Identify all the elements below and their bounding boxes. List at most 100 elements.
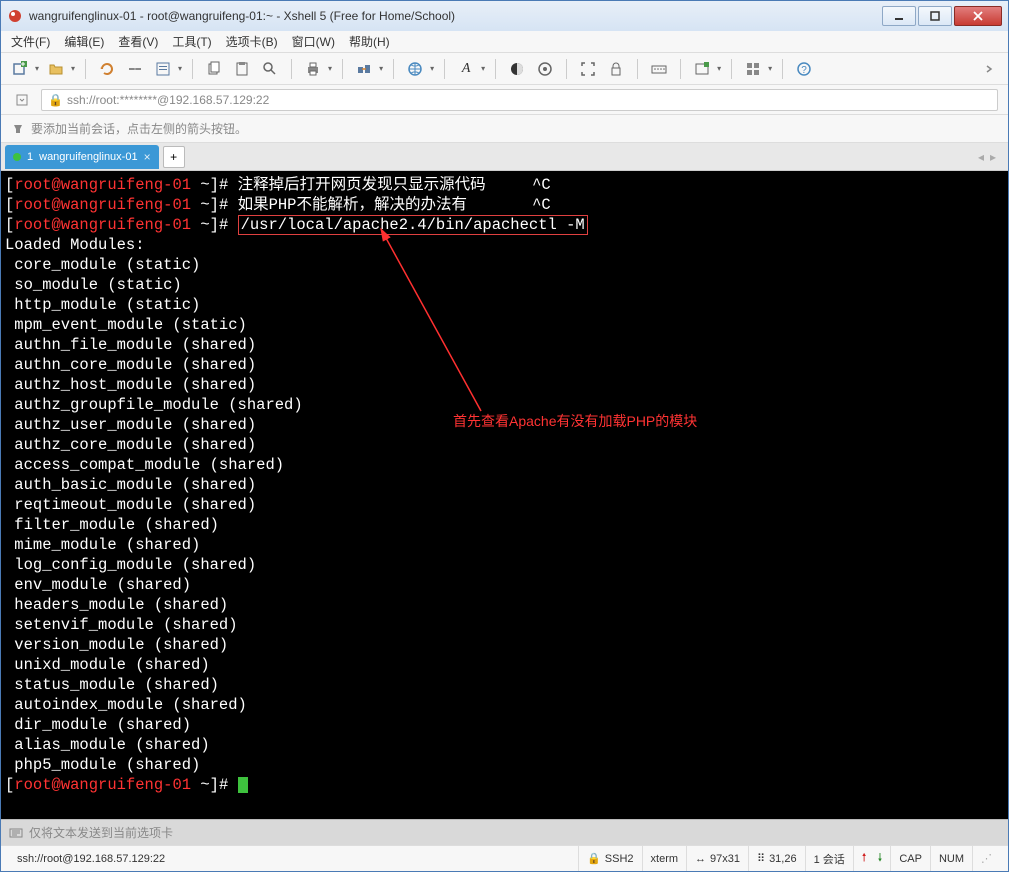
menu-tabs[interactable]: 选项卡(B)	[226, 33, 278, 50]
terminal-output: dir_module (shared)	[5, 715, 1004, 735]
status-caps: CAP	[890, 846, 930, 871]
dropdown-icon[interactable]: ▾	[430, 64, 434, 73]
close-button[interactable]	[954, 6, 1002, 26]
dropdown-icon[interactable]: ▾	[768, 64, 772, 73]
terminal-output: filter_module (shared)	[5, 515, 1004, 535]
fullscreen-icon[interactable]	[577, 58, 599, 80]
terminal-output: Loaded Modules:	[5, 235, 1004, 255]
menubar: 文件(F) 编辑(E) 查看(V) 工具(T) 选项卡(B) 窗口(W) 帮助(…	[1, 31, 1008, 53]
properties-icon[interactable]	[152, 58, 174, 80]
highlighted-command: /usr/local/apache2.4/bin/apachectl -M	[238, 215, 588, 235]
dropdown-icon[interactable]	[11, 89, 33, 111]
terminal-output: authz_host_module (shared)	[5, 375, 1004, 395]
terminal-output: log_config_module (shared)	[5, 555, 1004, 575]
terminal-output: authn_file_module (shared)	[5, 335, 1004, 355]
tile-icon[interactable]	[742, 58, 764, 80]
menu-edit[interactable]: 编辑(E)	[64, 33, 104, 50]
menu-tools[interactable]: 工具(T)	[172, 33, 211, 50]
terminal-output: status_module (shared)	[5, 675, 1004, 695]
status-num: NUM	[930, 846, 972, 871]
lock-icon: 🔒	[48, 93, 63, 107]
color-scheme-icon[interactable]	[506, 58, 528, 80]
lock-icon: 🔒	[587, 852, 601, 865]
dropdown-icon[interactable]: ▾	[328, 64, 332, 73]
open-folder-icon[interactable]	[45, 58, 67, 80]
terminal-output: env_module (shared)	[5, 575, 1004, 595]
tab-next-icon[interactable]: ▸	[990, 150, 996, 164]
globe-icon[interactable]	[404, 58, 426, 80]
addressbar: 🔒 ssh://root:********@192.168.57.129:22	[1, 85, 1008, 115]
find-icon[interactable]	[259, 58, 281, 80]
pin-icon[interactable]	[11, 122, 25, 136]
status-traffic: 🠕 🠗	[853, 846, 891, 871]
terminal-output: authn_core_module (shared)	[5, 355, 1004, 375]
address-url: ssh://root:********@192.168.57.129:22	[67, 93, 269, 107]
window-controls	[882, 6, 1002, 26]
tab-close-icon[interactable]: ×	[144, 150, 151, 164]
transfer-icon[interactable]	[353, 58, 375, 80]
terminal[interactable]: [root@wangruifeng-01 ~]# 注释掉后打开网页发现只显示源代…	[1, 171, 1008, 819]
terminal-output: headers_module (shared)	[5, 595, 1004, 615]
resize-grip-icon[interactable]: ⋰	[972, 846, 1000, 871]
add-tab-button[interactable]: +	[163, 146, 185, 168]
cursor-icon: ⠿	[757, 852, 765, 865]
new-session-icon[interactable]	[9, 58, 31, 80]
terminal-output: so_module (static)	[5, 275, 1004, 295]
upload-icon: 🠕	[862, 849, 867, 868]
terminal-line: [root@wangruifeng-01 ~]# /usr/local/apac…	[5, 215, 1004, 235]
menu-help[interactable]: 帮助(H)	[349, 33, 390, 50]
terminal-output: mime_module (shared)	[5, 535, 1004, 555]
terminal-output: auth_basic_module (shared)	[5, 475, 1004, 495]
terminal-output: php5_module (shared)	[5, 755, 1004, 775]
terminal-output: authz_core_module (shared)	[5, 435, 1004, 455]
terminal-output: alias_module (shared)	[5, 735, 1004, 755]
terminal-output: version_module (shared)	[5, 635, 1004, 655]
address-input[interactable]: 🔒 ssh://root:********@192.168.57.129:22	[41, 89, 998, 111]
dropdown-icon[interactable]: ▾	[71, 64, 75, 73]
copy-icon[interactable]	[203, 58, 225, 80]
menu-file[interactable]: 文件(F)	[11, 33, 50, 50]
command-input-bar[interactable]: 仅将文本发送到当前选项卡	[1, 819, 1008, 845]
terminal-output: core_module (static)	[5, 255, 1004, 275]
status-proto: 🔒SSH2	[578, 846, 641, 871]
terminal-output: autoindex_module (shared)	[5, 695, 1004, 715]
keyboard-icon[interactable]	[648, 58, 670, 80]
maximize-button[interactable]	[918, 6, 952, 26]
reconnect-icon[interactable]	[96, 58, 118, 80]
font-icon[interactable]: A	[455, 58, 477, 80]
dropdown-icon[interactable]: ▾	[35, 64, 39, 73]
titlebar[interactable]: wangruifenglinux-01 - root@wangruifeng-0…	[1, 1, 1008, 31]
new-window-icon[interactable]	[691, 58, 713, 80]
terminal-output: mpm_event_module (static)	[5, 315, 1004, 335]
theme-icon[interactable]	[534, 58, 556, 80]
terminal-output: http_module (static)	[5, 295, 1004, 315]
dropdown-icon[interactable]: ▾	[379, 64, 383, 73]
arrow-right-icon[interactable]	[978, 58, 1000, 80]
tab-prev-icon[interactable]: ◂	[978, 150, 984, 164]
menu-window[interactable]: 窗口(W)	[292, 33, 335, 50]
dropdown-icon[interactable]: ▾	[717, 64, 721, 73]
lock-icon[interactable]	[605, 58, 627, 80]
terminal-prompt: [root@wangruifeng-01 ~]#	[5, 775, 1004, 795]
print-icon[interactable]	[302, 58, 324, 80]
status-sessions: 1 会话	[805, 846, 853, 871]
send-icon	[9, 826, 23, 840]
app-window: wangruifenglinux-01 - root@wangruifeng-0…	[0, 0, 1009, 872]
tabbar: 1 wangruifenglinux-01 × + ◂ ▸	[1, 143, 1008, 171]
annotation-text: 首先查看Apache有没有加载PHP的模块	[453, 411, 697, 431]
toolbar: ▾ ▾ ▾ ▾ ▾ ▾ A ▾ ▾ ▾ ?	[1, 53, 1008, 85]
minimize-button[interactable]	[882, 6, 916, 26]
input-placeholder: 仅将文本发送到当前选项卡	[29, 824, 173, 841]
dropdown-icon[interactable]: ▾	[481, 64, 485, 73]
dropdown-icon[interactable]: ▾	[178, 64, 182, 73]
session-tab[interactable]: 1 wangruifenglinux-01 ×	[5, 145, 159, 169]
status-connection: ssh://root@192.168.57.129:22	[9, 846, 578, 871]
resize-icon: ↔	[695, 853, 706, 865]
help-icon[interactable]: ?	[793, 58, 815, 80]
disconnect-icon[interactable]	[124, 58, 146, 80]
menu-view[interactable]: 查看(V)	[118, 33, 158, 50]
terminal-output: reqtimeout_module (shared)	[5, 495, 1004, 515]
terminal-line: [root@wangruifeng-01 ~]# 注释掉后打开网页发现只显示源代…	[5, 175, 1004, 195]
window-title: wangruifenglinux-01 - root@wangruifeng-0…	[29, 9, 882, 23]
paste-icon[interactable]	[231, 58, 253, 80]
